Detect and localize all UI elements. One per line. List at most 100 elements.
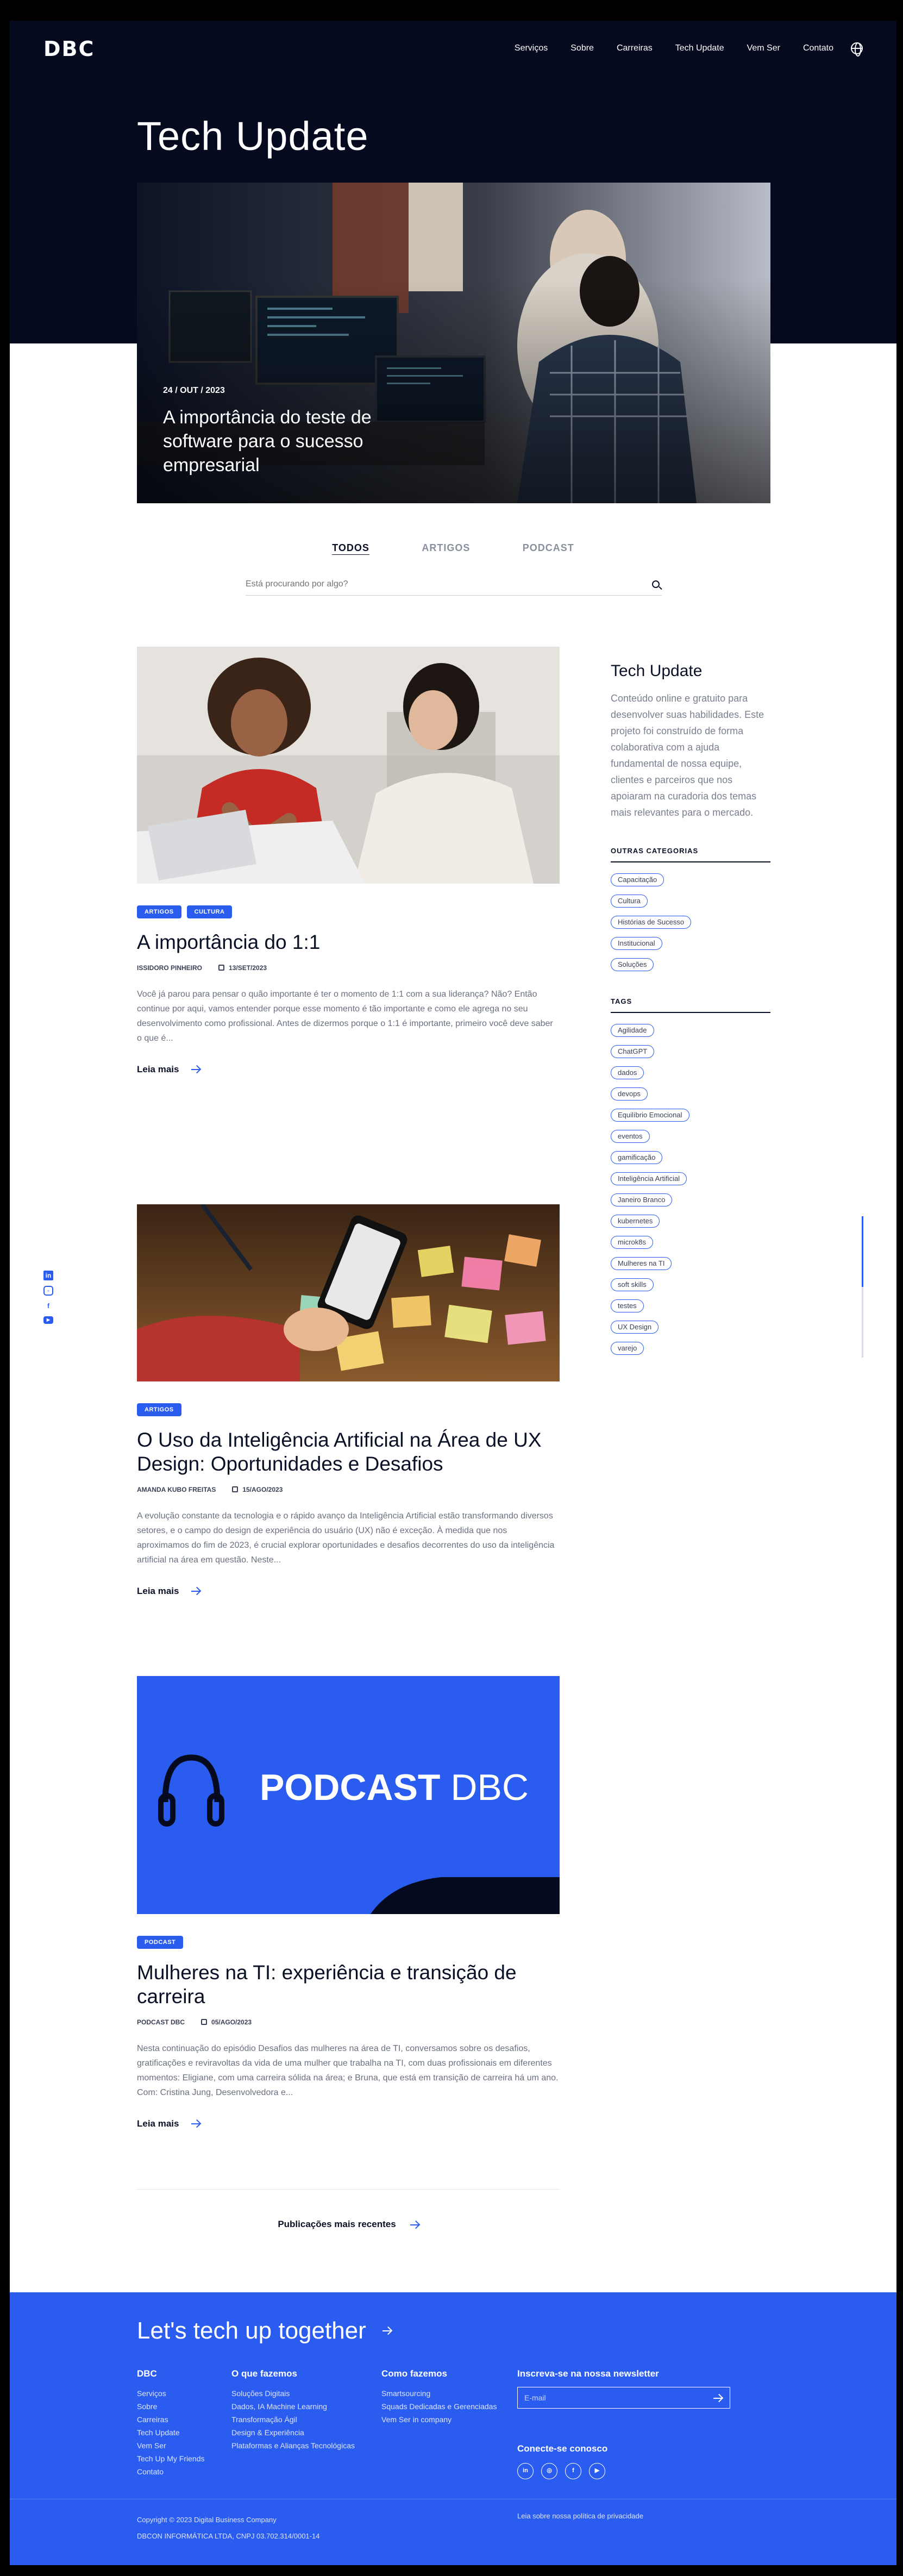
footer-col-title: Como fazemos: [381, 2368, 447, 2379]
footer-cta[interactable]: Let's tech up together: [137, 2317, 391, 2344]
category-badge[interactable]: ARTIGOS: [137, 1403, 181, 1416]
tag-item[interactable]: Mulheres na TI: [611, 1257, 672, 1270]
tag-item[interactable]: microk8s: [611, 1236, 654, 1249]
search-icon[interactable]: [652, 580, 660, 588]
tag-item[interactable]: gamificação: [611, 1151, 663, 1164]
footer-link[interactable]: Tech Update: [137, 2426, 204, 2439]
tag-item[interactable]: varejo: [611, 1342, 644, 1355]
arrow-right-icon: [410, 2224, 419, 2225]
tag-item[interactable]: UX Design: [611, 1321, 659, 1334]
category-tag[interactable]: Capacitação: [611, 873, 664, 886]
tag-item[interactable]: Janeiro Branco: [611, 1193, 673, 1206]
hero-title[interactable]: A importância do teste de software para …: [163, 405, 446, 477]
category-badge[interactable]: PODCAST: [137, 1936, 184, 1949]
tag-item[interactable]: ChatGPT: [611, 1045, 655, 1058]
arrow-right-icon[interactable]: [713, 2398, 722, 2399]
post-date-wrap: 15/AGO/2023: [232, 1486, 283, 1493]
social-rail: in ◦ f ▶: [43, 1271, 53, 1324]
nav-servicos[interactable]: Serviços: [515, 43, 548, 53]
footer-link[interactable]: Design & Experiência: [231, 2426, 355, 2439]
tab-todos[interactable]: TODOS: [332, 542, 369, 554]
youtube-icon[interactable]: ▶: [43, 1316, 53, 1324]
hero-featured-post[interactable]: 24 / OUT / 2023 A importância do teste d…: [137, 183, 770, 503]
newsletter: Inscreva-se na nossa newsletter E-mail C…: [517, 2368, 730, 2479]
nav-carreiras[interactable]: Carreiras: [617, 43, 653, 53]
linkedin-icon[interactable]: in: [517, 2463, 534, 2479]
main-nav: Serviços Sobre Carreiras Tech Update Vem…: [492, 42, 863, 57]
footer-link[interactable]: Contato: [137, 2465, 204, 2478]
facebook-icon[interactable]: f: [565, 2463, 581, 2479]
nav-tech-update[interactable]: Tech Update: [675, 43, 724, 53]
post-card: PODCAST DBC PODCAST Mulheres na TI: expe…: [137, 1676, 560, 2129]
read-more-link[interactable]: Leia mais: [137, 2118, 560, 2129]
facebook-icon[interactable]: f: [43, 1301, 53, 1311]
logo[interactable]: DBC: [43, 37, 95, 61]
linkedin-icon[interactable]: in: [43, 1271, 53, 1280]
categories-heading: OUTRAS CATEGORIAS: [611, 847, 770, 862]
post-date: 15/AGO/2023: [242, 1486, 283, 1493]
footer-link[interactable]: Sobre: [137, 2400, 204, 2413]
footer-link[interactable]: Carreiras: [137, 2413, 204, 2426]
footer-link[interactable]: Plataformas e Alianças Tecnológicas: [231, 2439, 355, 2452]
tag-item[interactable]: kubernetes: [611, 1215, 660, 1228]
post-image[interactable]: [137, 1204, 560, 1381]
tag-item[interactable]: Equilíbrio Emocional: [611, 1109, 689, 1122]
tag-item[interactable]: Inteligência Artificial: [611, 1172, 687, 1185]
category-tag[interactable]: Histórias de Sucesso: [611, 916, 692, 929]
calendar-icon: [232, 1486, 239, 1492]
tag-item[interactable]: testes: [611, 1299, 644, 1312]
post-title[interactable]: Mulheres na TI: experiência e transição …: [137, 1961, 560, 2009]
instagram-icon[interactable]: ◦: [43, 1286, 53, 1296]
post-date: 13/SET/2023: [229, 964, 267, 972]
footer-link[interactable]: Serviços: [137, 2387, 204, 2400]
newsletter-email-field[interactable]: E-mail: [517, 2387, 730, 2409]
nav-vem-ser[interactable]: Vem Ser: [747, 43, 780, 53]
post-image[interactable]: [137, 647, 560, 884]
post-meta: AMANDA KUBO FREITAS 15/AGO/2023: [137, 1486, 560, 1493]
post-excerpt: Você já parou para pensar o quão importa…: [137, 990, 553, 1043]
podcast-cover-text: PODCAST DBC: [260, 1766, 529, 1809]
footer-link[interactable]: Vem Ser in company: [381, 2413, 497, 2426]
nav-contato[interactable]: Contato: [803, 43, 833, 53]
read-more-link[interactable]: Leia mais: [137, 1064, 560, 1075]
pagination[interactable]: Publicações mais recentes: [137, 2189, 560, 2230]
footer-link[interactable]: Dados, IA Machine Learning: [231, 2400, 355, 2413]
pagination-label: Publicações mais recentes: [278, 2219, 396, 2229]
category-badge[interactable]: ARTIGOS: [137, 905, 181, 918]
tag-item[interactable]: Agilidade: [611, 1024, 654, 1037]
footer-link[interactable]: Smartsourcing: [381, 2387, 497, 2400]
search-bar: [246, 576, 662, 596]
tab-artigos[interactable]: ARTIGOS: [422, 542, 470, 554]
arrow-right-icon: [191, 1591, 200, 1592]
search-input[interactable]: [246, 576, 626, 589]
footer-link[interactable]: Vem Ser: [137, 2439, 204, 2452]
footer-link[interactable]: Transformação Ágil: [231, 2413, 355, 2426]
podcast-cover-light: DBC: [450, 1767, 529, 1808]
footer-link[interactable]: Squads Dedicadas e Gerenciadas: [381, 2400, 497, 2413]
instagram-icon[interactable]: ◎: [541, 2463, 557, 2479]
read-more-link[interactable]: Leia mais: [137, 1586, 560, 1597]
privacy-link[interactable]: Leia sobre nossa política de privacidade: [517, 2512, 643, 2520]
category-tag[interactable]: Soluções: [611, 958, 654, 971]
footer-link[interactable]: Tech Up My Friends: [137, 2452, 204, 2465]
category-tag[interactable]: Cultura: [611, 895, 648, 908]
tag-item[interactable]: eventos: [611, 1130, 650, 1143]
footer-link[interactable]: Soluções Digitais: [231, 2387, 355, 2400]
post-title[interactable]: O Uso da Inteligência Artificial na Área…: [137, 1428, 560, 1476]
post-title[interactable]: A importância do 1:1: [137, 930, 560, 954]
tag-item[interactable]: dados: [611, 1066, 644, 1079]
tab-podcast[interactable]: PODCAST: [523, 542, 574, 554]
hero-date: 24 / OUT / 2023: [163, 386, 225, 395]
tag-item[interactable]: devops: [611, 1087, 648, 1101]
post-image[interactable]: PODCAST DBC: [137, 1676, 560, 1914]
post-image-graphic: [137, 1204, 560, 1381]
post-excerpt: A evolução constante da tecnologia e o r…: [137, 1511, 555, 1565]
youtube-icon[interactable]: ▶: [589, 2463, 605, 2479]
globe-icon[interactable]: [851, 42, 863, 57]
footer: Let's tech up together DBC Serviços Sobr…: [10, 2292, 896, 2565]
nav-sobre[interactable]: Sobre: [570, 43, 594, 53]
category-badge[interactable]: CULTURA: [186, 905, 233, 918]
tag-item[interactable]: soft skills: [611, 1278, 654, 1291]
scroll-progress: [862, 1216, 863, 1358]
category-tag[interactable]: Institucional: [611, 937, 662, 950]
